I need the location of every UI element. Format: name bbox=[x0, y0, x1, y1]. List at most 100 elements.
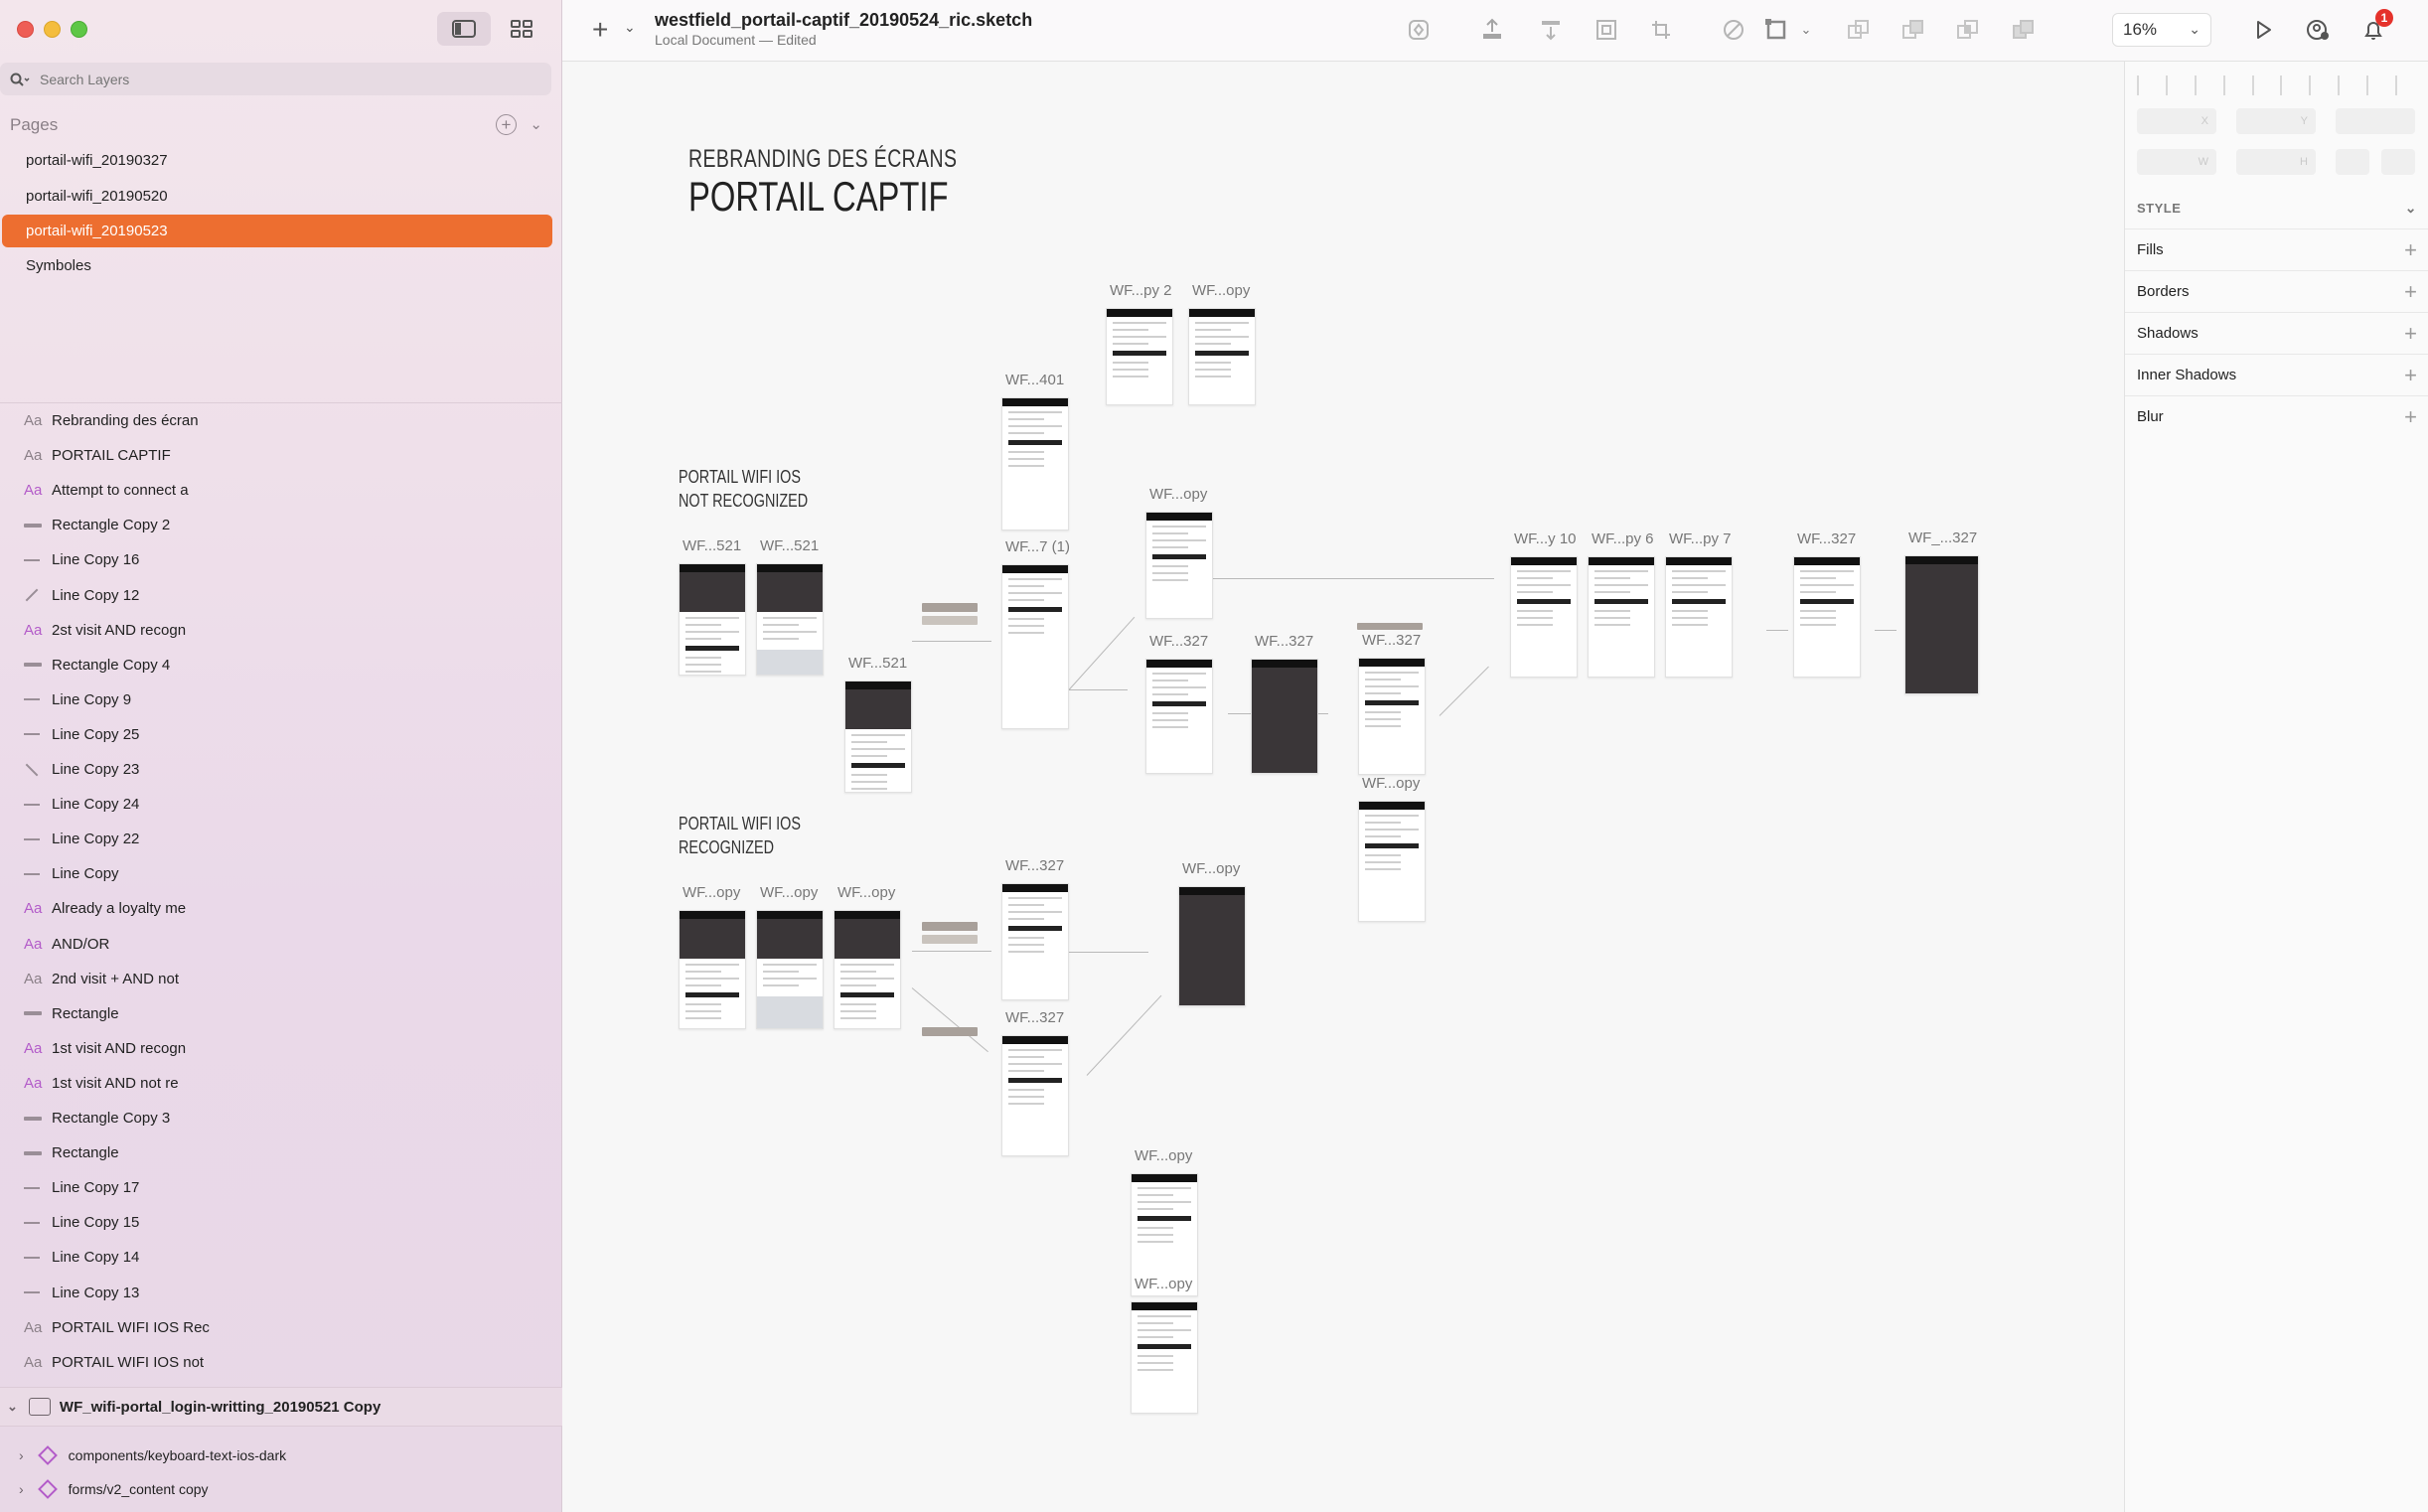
flow-connector[interactable] bbox=[1068, 689, 1128, 690]
x-field[interactable]: X bbox=[2137, 108, 2216, 134]
layer-row[interactable]: Line Copy 25 bbox=[0, 717, 562, 752]
transform-icon[interactable] bbox=[1761, 15, 1791, 45]
insert-icon[interactable]: + bbox=[592, 16, 608, 44]
artboard[interactable]: WF...327 bbox=[1358, 632, 1426, 775]
artboard-label[interactable]: WF...py 7 bbox=[1669, 530, 1732, 547]
zoom-select[interactable]: 16% ⌄ bbox=[2112, 13, 2211, 47]
layer-row[interactable]: Aa 1st visit AND not re bbox=[0, 1066, 562, 1101]
section-label-recognized[interactable]: PORTAIL WIFI IOS RECOGNIZED bbox=[679, 812, 801, 859]
layer-row[interactable]: Rectangle bbox=[0, 1135, 562, 1170]
mask-icon[interactable] bbox=[1592, 15, 1621, 45]
flow-connector[interactable] bbox=[1439, 666, 1489, 716]
artboard-layer[interactable]: ⌄ WF_wifi-portal_login-writting_20190521… bbox=[0, 1387, 562, 1427]
layer-row[interactable]: Aa Attempt to connect a bbox=[0, 473, 562, 508]
tidy-icon[interactable] bbox=[2366, 76, 2386, 95]
add-icon[interactable]: + bbox=[2404, 238, 2417, 261]
artboard-label[interactable]: WF...py 6 bbox=[1592, 530, 1654, 547]
canvas-title-big[interactable]: PORTAIL CAPTIF bbox=[688, 173, 949, 221]
intersect-icon[interactable] bbox=[1953, 15, 1983, 45]
chevron-down-icon[interactable]: ⌄ bbox=[7, 1399, 18, 1415]
chevron-right-icon[interactable]: › bbox=[19, 1447, 24, 1463]
layer-row[interactable]: Aa 2st visit AND recogn bbox=[0, 613, 562, 648]
artboard-label[interactable]: WF...y 10 bbox=[1514, 530, 1577, 547]
search-input[interactable] bbox=[40, 71, 517, 87]
rotation-field[interactable] bbox=[2336, 108, 2415, 134]
artboard[interactable]: WF...py 6 bbox=[1588, 530, 1655, 678]
flow-connector[interactable] bbox=[1766, 630, 1788, 631]
flip-vertical-icon[interactable] bbox=[2381, 149, 2415, 175]
artboard-label[interactable]: WF...opy bbox=[1362, 775, 1420, 792]
difference-icon[interactable] bbox=[2009, 15, 2039, 45]
flow-connector[interactable] bbox=[912, 951, 991, 952]
artboard-label[interactable]: WF...327 bbox=[1362, 632, 1421, 649]
layer-row[interactable]: Line Copy 15 bbox=[0, 1205, 562, 1240]
distribute-horizontal-icon[interactable] bbox=[2309, 76, 2329, 95]
layer-row[interactable]: Line Copy 22 bbox=[0, 822, 562, 856]
search-layers-field[interactable] bbox=[0, 63, 551, 95]
symbol-icon[interactable] bbox=[1404, 15, 1434, 45]
layer-row[interactable]: Aa PORTAIL WIFI IOS not bbox=[0, 1345, 562, 1380]
flow-connector[interactable] bbox=[1069, 952, 1148, 953]
layer-row[interactable]: Line Copy 14 bbox=[0, 1240, 562, 1275]
artboard[interactable]: WF...y 10 bbox=[1510, 530, 1578, 678]
artboard-label[interactable]: WF...327 bbox=[1005, 1009, 1064, 1026]
artboard-label[interactable]: WF...py 2 bbox=[1110, 282, 1172, 299]
artboard-label[interactable]: WF...7 (1) bbox=[1005, 538, 1070, 555]
union-icon[interactable] bbox=[1844, 15, 1874, 45]
layer-row[interactable]: Aa Already a loyalty me bbox=[0, 891, 562, 926]
style-row-blur[interactable]: Blur + bbox=[2125, 395, 2428, 437]
artboard-label[interactable]: WF...327 bbox=[1797, 530, 1856, 547]
style-row-shadows[interactable]: Shadows + bbox=[2125, 312, 2428, 354]
layer-row[interactable]: Aa PORTAIL CAPTIF bbox=[0, 438, 562, 473]
style-row-fills[interactable]: Fills + bbox=[2125, 228, 2428, 270]
layer-row[interactable]: Aa AND/OR bbox=[0, 927, 562, 962]
artboard[interactable]: WF...327 bbox=[1793, 530, 1861, 678]
flow-tag[interactable] bbox=[1357, 623, 1423, 630]
chevron-down-icon[interactable]: ⌄ bbox=[1797, 15, 1815, 45]
layer-row[interactable]: Line Copy 16 bbox=[0, 542, 562, 577]
align-center-icon[interactable] bbox=[2165, 76, 2186, 95]
page-item[interactable]: portail-wifi_20190523 bbox=[2, 215, 552, 247]
page-item[interactable]: Symboles bbox=[2, 249, 552, 282]
align-bottom-icon[interactable] bbox=[2280, 76, 2300, 95]
distribute-vertical-icon[interactable] bbox=[2338, 76, 2357, 95]
symbol-layer-row[interactable]: › components/keyboard-text-ios-dark bbox=[0, 1438, 562, 1472]
chevron-down-icon[interactable]: ⌄ bbox=[530, 115, 542, 133]
cloud-icon[interactable] bbox=[2303, 15, 2333, 45]
align-top-icon[interactable] bbox=[2222, 76, 2243, 95]
add-page-icon[interactable]: + bbox=[496, 114, 517, 135]
artboard[interactable]: WF...opy bbox=[1131, 1276, 1198, 1414]
layers-view-toggle[interactable] bbox=[437, 12, 491, 46]
layer-row[interactable]: Line Copy 9 bbox=[0, 682, 562, 717]
artboard-label[interactable]: WF...327 bbox=[1005, 857, 1064, 874]
artboard[interactable]: WF...py 2 bbox=[1106, 282, 1173, 405]
artboard[interactable]: WF...py 7 bbox=[1665, 530, 1733, 678]
align-right-icon[interactable] bbox=[2194, 76, 2214, 95]
distribute-icon[interactable] bbox=[1536, 15, 1566, 45]
artboard-label[interactable]: WF...opy bbox=[683, 884, 740, 901]
flow-tag[interactable] bbox=[922, 1027, 978, 1036]
artboard[interactable]: WF...521 bbox=[679, 537, 746, 676]
artboard-label[interactable]: WF...opy bbox=[837, 884, 895, 901]
artboard[interactable]: WF...opy bbox=[1178, 860, 1246, 1006]
preview-icon[interactable] bbox=[2248, 15, 2278, 45]
chevron-down-icon[interactable]: ⌄ bbox=[624, 19, 636, 36]
y-field[interactable]: Y bbox=[2236, 108, 2316, 134]
flip-horizontal-icon[interactable] bbox=[2336, 149, 2369, 175]
artboard-label[interactable]: WF...opy bbox=[1192, 282, 1250, 299]
components-view-toggle[interactable] bbox=[495, 12, 548, 46]
artboard-label[interactable]: WF...opy bbox=[1149, 486, 1207, 503]
canvas[interactable]: REBRANDING DES ÉCRANS PORTAIL CAPTIF POR… bbox=[562, 62, 2124, 1512]
symbol-layer-row[interactable]: › forms/v2_content copy bbox=[0, 1472, 562, 1506]
artboard-label[interactable]: WF...opy bbox=[760, 884, 818, 901]
flow-tag[interactable] bbox=[922, 935, 978, 944]
add-icon[interactable]: + bbox=[2404, 280, 2417, 303]
flow-connector[interactable] bbox=[912, 641, 991, 642]
flow-connector[interactable] bbox=[1086, 994, 1162, 1076]
layer-row[interactable]: Line Copy 17 bbox=[0, 1170, 562, 1205]
artboard-label[interactable]: WF...opy bbox=[1135, 1147, 1192, 1164]
add-icon[interactable]: + bbox=[2404, 364, 2417, 386]
scale-icon[interactable] bbox=[1646, 15, 1676, 45]
export-icon[interactable] bbox=[1477, 15, 1507, 45]
flow-connector[interactable] bbox=[1067, 616, 1136, 691]
